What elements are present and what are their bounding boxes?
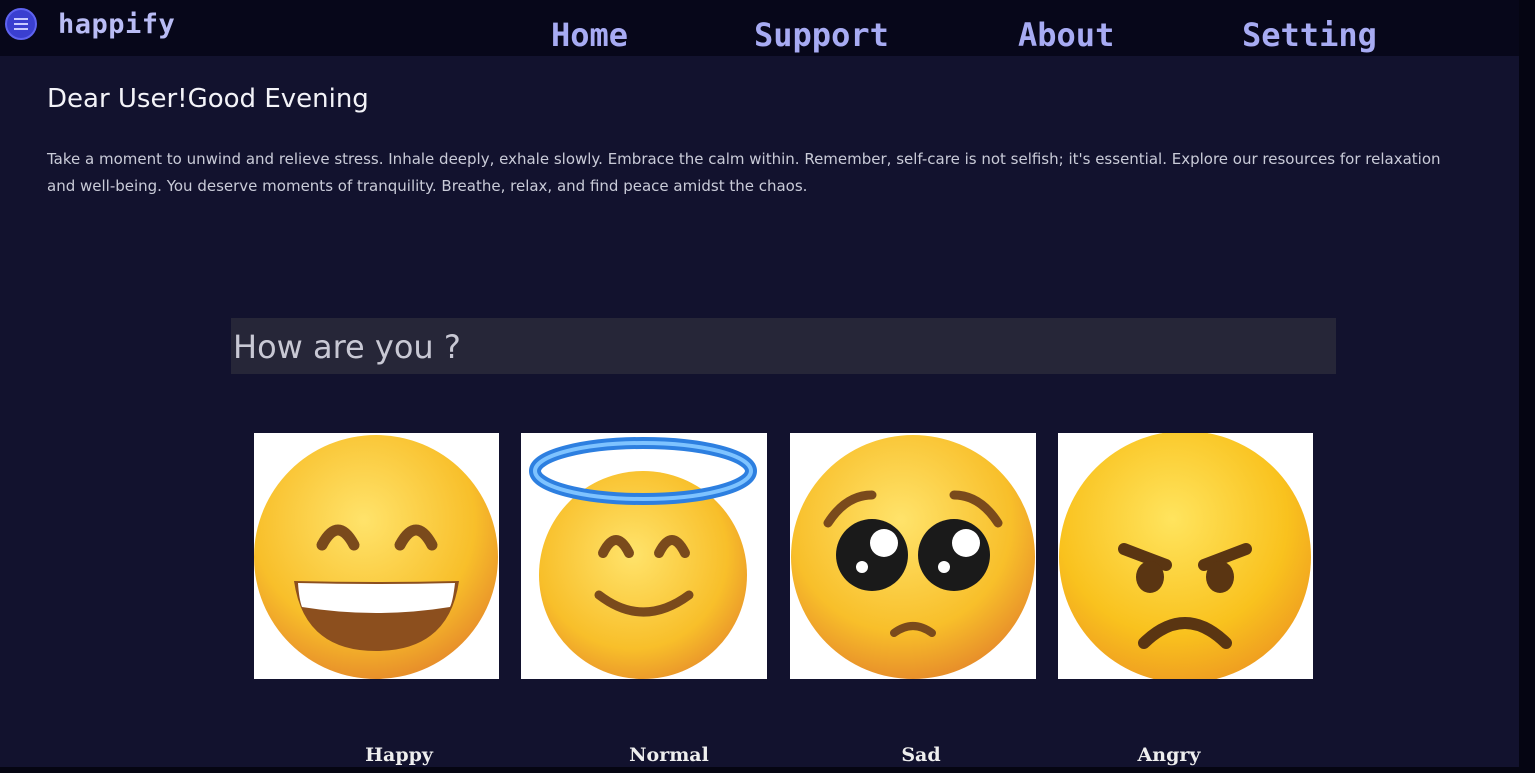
pleading-face-icon xyxy=(791,435,1035,679)
right-edge-strip xyxy=(1519,0,1535,773)
list-circle-icon[interactable] xyxy=(4,7,38,41)
navbar: happify Home Support About Setting xyxy=(0,0,1519,56)
angry-face-icon xyxy=(1059,433,1311,679)
nav-support-link[interactable]: Support xyxy=(754,16,889,54)
mood-option-happy[interactable] xyxy=(254,433,499,679)
mood-option-normal[interactable] xyxy=(521,433,767,679)
nav-setting-link[interactable]: Setting xyxy=(1242,16,1377,54)
mood-label-sad: Sad xyxy=(901,744,941,766)
smiling-face-with-halo-icon xyxy=(529,437,757,679)
mood-prompt-bar: How are you ? xyxy=(231,318,1336,374)
nav-about-link[interactable]: About xyxy=(1018,16,1114,54)
greeting-message: Take a moment to unwind and relieve stre… xyxy=(47,150,1441,195)
nav-home-link[interactable]: Home xyxy=(551,16,628,54)
mood-label-angry: Angry xyxy=(1137,744,1201,766)
page: happify Home Support About Setting Dear … xyxy=(0,0,1535,773)
grinning-face-icon xyxy=(254,435,498,679)
mood-label-happy: Happy xyxy=(365,744,433,766)
brand-name[interactable]: happify xyxy=(58,9,175,40)
mood-option-sad[interactable] xyxy=(790,433,1036,679)
mood-option-angry[interactable] xyxy=(1058,433,1313,679)
mood-prompt-text: How are you ? xyxy=(233,328,461,366)
bottom-edge-strip xyxy=(0,767,1535,773)
greeting-title: Dear User!Good Evening xyxy=(47,84,369,114)
mood-label-normal: Normal xyxy=(629,744,709,766)
